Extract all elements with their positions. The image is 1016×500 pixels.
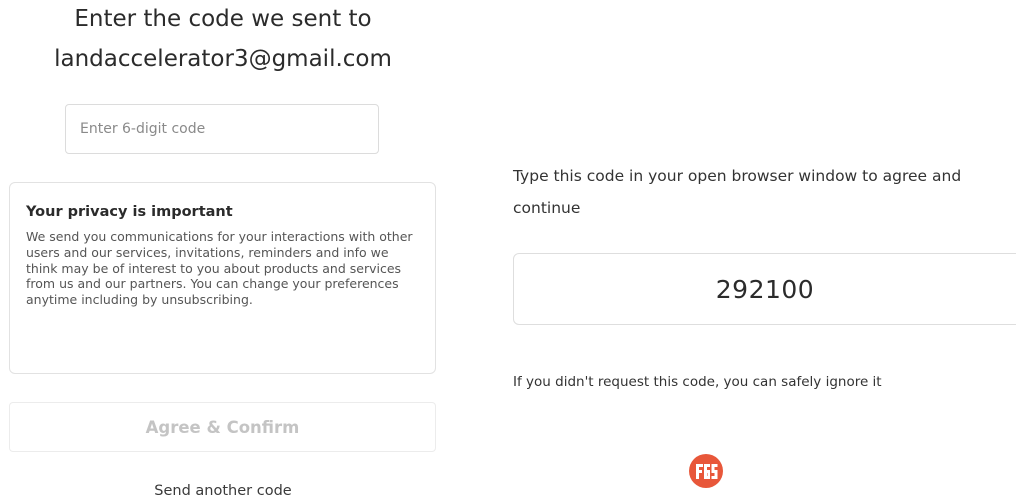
heading-line-1: Enter the code we sent to — [74, 6, 372, 32]
agree-confirm-button[interactable]: Agree & Confirm — [9, 402, 436, 452]
verification-code: 292100 — [715, 274, 815, 304]
verification-page: Enter the code we sent to landaccelerato… — [0, 0, 1016, 500]
verification-code-box: 292100 — [513, 253, 1016, 325]
code-input[interactable] — [65, 104, 379, 154]
privacy-body: We send you communications for your inte… — [26, 229, 413, 308]
privacy-notice: Your privacy is important We send you co… — [9, 182, 436, 374]
verification-form-panel: Enter the code we sent to landaccelerato… — [0, 0, 450, 500]
privacy-title: Your privacy is important — [26, 204, 233, 220]
ignore-note: If you didn't request this code, you can… — [513, 374, 882, 390]
code-display-panel: Type this code in your open browser wind… — [513, 0, 1016, 500]
send-another-code-link[interactable]: Send another code — [0, 480, 446, 500]
f6s-logo-icon — [689, 454, 723, 488]
instruction-text: Type this code in your open browser wind… — [513, 167, 962, 217]
heading-email: landaccelerator3@gmail.com — [54, 46, 392, 72]
